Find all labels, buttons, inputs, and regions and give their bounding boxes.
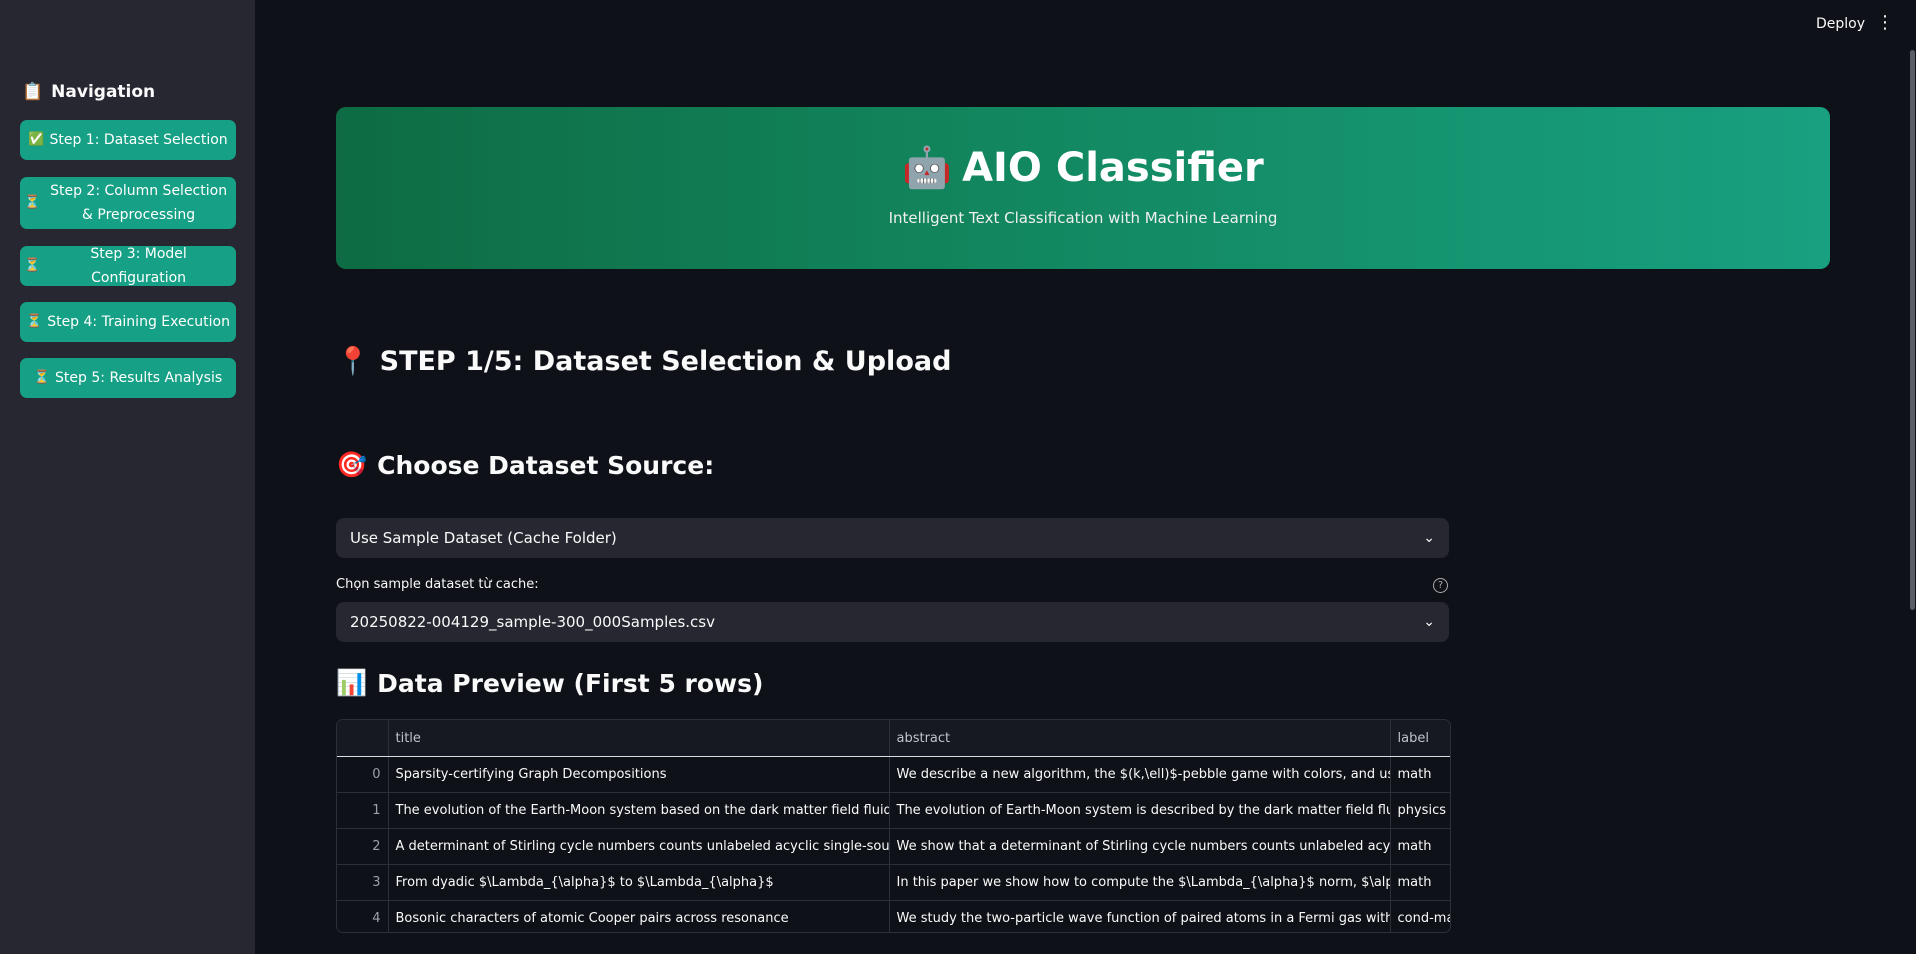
navigation-title: 📋 Navigation [22, 82, 155, 102]
table-cell[interactable]: Bosonic characters of atomic Cooper pair… [388, 900, 890, 932]
sidebar-item-label: Step 4: Training Execution [47, 314, 230, 330]
preview-heading: 📊 Data Preview (First 5 rows) [336, 668, 763, 698]
table-cell[interactable]: A determinant of Stirling cycle numbers … [388, 828, 890, 865]
navigation-title-text: Navigation [51, 82, 156, 102]
hero-banner: 🤖 AIO Classifier Intelligent Text Classi… [336, 107, 1830, 269]
table-row: 1 The evolution of the Earth-Moon system… [337, 792, 1450, 829]
table-cell[interactable]: cond-ma [1390, 900, 1450, 932]
sample-dataset-label: Chọn sample dataset từ cache: [336, 577, 539, 592]
table-row: 4 Bosonic characters of atomic Cooper pa… [337, 900, 1450, 932]
table-cell[interactable]: In this paper we show how to compute the… [889, 864, 1391, 901]
hero-subtitle: Intelligent Text Classification with Mac… [888, 209, 1278, 227]
table-cell[interactable]: From dyadic $\Lambda_{\alpha}$ to $\Lamb… [388, 864, 890, 901]
help-icon[interactable]: ? [1433, 578, 1448, 593]
sidebar-item-step-4[interactable]: ⏳ Step 4: Training Execution [20, 302, 236, 342]
column-header-abstract[interactable]: abstract [889, 720, 1391, 757]
hourglass-icon: ⏳ [26, 314, 43, 329]
chevron-down-icon: ⌄ [1423, 530, 1435, 546]
step-heading-text: STEP 1/5: Dataset Selection & Upload [379, 345, 952, 377]
sidebar-item-label: Step 5: Results Analysis [55, 370, 223, 386]
table-cell[interactable]: 0 [337, 756, 389, 793]
bar-chart-icon: 📊 [336, 668, 368, 697]
table-cell[interactable]: math [1390, 864, 1450, 901]
hourglass-icon: ⏳ [24, 195, 41, 210]
table-cell[interactable]: We describe a new algorithm, the $(k,\el… [889, 756, 1391, 793]
sample-dataset-value: 20250822-004129_sample-300_000Samples.cs… [350, 613, 715, 631]
column-header-label[interactable]: label [1390, 720, 1450, 757]
table-header-row: title abstract label [337, 720, 1450, 757]
table-row: 2 A determinant of Stirling cycle number… [337, 828, 1450, 865]
sidebar-item-step-5[interactable]: ⏳ Step 5: Results Analysis [20, 358, 236, 398]
check-icon: ✅ [28, 132, 45, 147]
deploy-button[interactable]: Deploy [1810, 12, 1871, 36]
hourglass-icon: ⏳ [24, 258, 41, 273]
table-cell[interactable]: 3 [337, 864, 389, 901]
scrollbar[interactable] [1910, 50, 1915, 610]
sidebar: 📋 Navigation ✅ Step 1: Dataset Selection… [0, 0, 255, 954]
sidebar-item-step-1[interactable]: ✅ Step 1: Dataset Selection [20, 120, 236, 160]
sidebar-item-label: Step 2: Column Selection & Preprocessing [50, 183, 228, 223]
table-cell[interactable]: Sparsity-certifying Graph Decompositions [388, 756, 890, 793]
table-cell[interactable]: The evolution of the Earth-Moon system b… [388, 792, 890, 829]
source-heading-text: Choose Dataset Source: [377, 450, 715, 480]
table-cell[interactable]: 2 [337, 828, 389, 865]
hero-title-text: AIO Classifier [962, 144, 1264, 191]
step-heading: 📍 STEP 1/5: Dataset Selection & Upload [336, 345, 952, 378]
pin-icon: 📍 [336, 346, 370, 377]
table-cell[interactable]: 4 [337, 900, 389, 932]
sample-dataset-select[interactable]: 20250822-004129_sample-300_000Samples.cs… [336, 602, 1449, 642]
table-cell[interactable]: We study the two-particle wave function … [889, 900, 1391, 932]
dataset-source-value: Use Sample Dataset (Cache Folder) [350, 529, 617, 547]
table-cell[interactable]: math [1390, 828, 1450, 865]
clipboard-icon: 📋 [22, 82, 44, 102]
table-cell[interactable]: 1 [337, 792, 389, 829]
robot-icon: 🤖 [902, 145, 953, 191]
table-row: 3 From dyadic $\Lambda_{\alpha}$ to $\La… [337, 864, 1450, 901]
sidebar-item-label: Step 3: Model Configuration [90, 246, 187, 286]
table-cell[interactable]: physics [1390, 792, 1450, 829]
table-cell[interactable]: We show that a determinant of Stirling c… [889, 828, 1391, 865]
preview-heading-text: Data Preview (First 5 rows) [377, 668, 764, 698]
dataset-source-select[interactable]: Use Sample Dataset (Cache Folder) ⌄ [336, 518, 1449, 558]
table-cell[interactable]: math [1390, 756, 1450, 793]
sidebar-item-label: Step 1: Dataset Selection [49, 132, 228, 148]
table-row: 0 Sparsity-certifying Graph Decompositio… [337, 756, 1450, 793]
sidebar-item-step-2[interactable]: ⏳ Step 2: Column Selection & Preprocessi… [20, 177, 236, 229]
kebab-menu-icon[interactable]: ⋮ [1876, 12, 1894, 33]
sidebar-item-step-3[interactable]: ⏳ Step 3: Model Configuration [20, 246, 236, 286]
target-icon: 🎯 [336, 450, 368, 479]
hero-title: 🤖 AIO Classifier [336, 144, 1830, 192]
chevron-down-icon: ⌄ [1423, 614, 1435, 630]
data-preview-table[interactable]: title abstract label 0 Sparsity-certifyi… [336, 719, 1451, 933]
source-heading: 🎯 Choose Dataset Source: [336, 450, 714, 480]
column-header-title[interactable]: title [388, 720, 890, 757]
column-header-index[interactable] [337, 720, 389, 757]
table-cell[interactable]: The evolution of Earth-Moon system is de… [889, 792, 1391, 829]
hourglass-icon: ⏳ [33, 370, 51, 385]
